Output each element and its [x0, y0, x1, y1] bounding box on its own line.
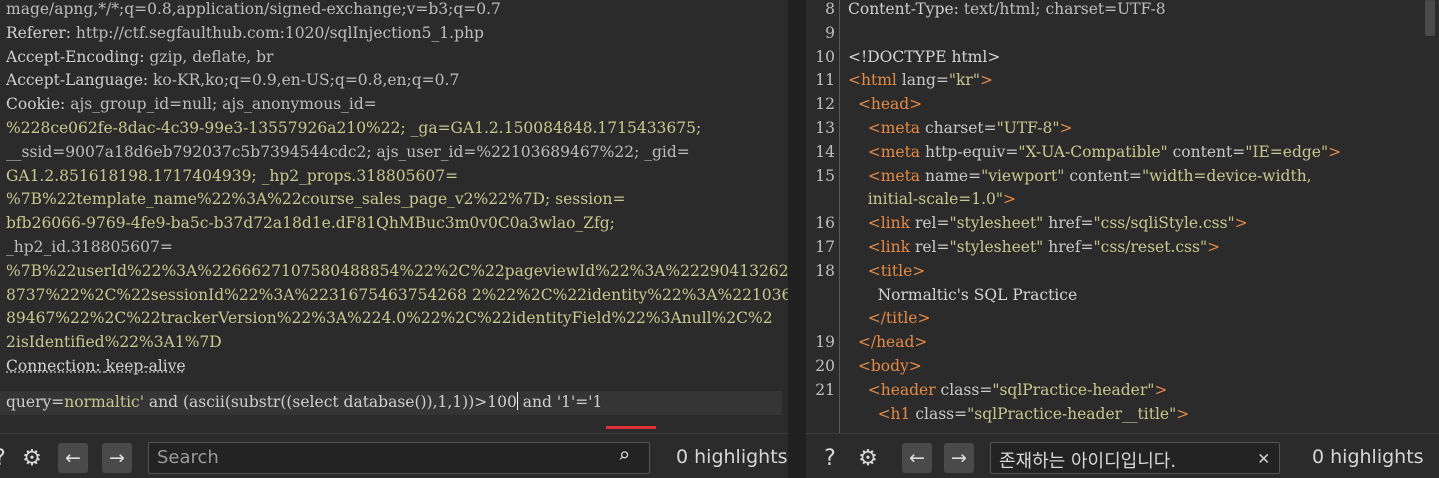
encoding-value: gzip, deflate, br — [149, 47, 274, 66]
cookie-line-9: 8737%22%2C%22sessionId%22%3A%22316754637… — [6, 285, 788, 304]
content-type-value: text/html; charset=UTF-8 — [963, 0, 1166, 18]
connection-header: Connection: keep-alive — [6, 356, 186, 375]
cookie-key: Cookie — [6, 95, 61, 114]
query-key: query — [6, 392, 52, 411]
scrollbar-thumb[interactable] — [1425, 0, 1435, 36]
line-number-gutter: 8 9 10 11 12 13 14 15 16 17 18 19 20 21 — [806, 0, 840, 433]
cookie-line-11: 2isIdentified%22%3A1%7D — [6, 333, 222, 352]
gear-icon[interactable]: ⚙ — [854, 444, 882, 472]
request-text[interactable]: mage/apng,*/*;q=0.8,application/signed-e… — [0, 0, 788, 415]
query-payload: and (ascii(substr((select database()),1,… — [144, 392, 517, 411]
payload-underline — [606, 426, 656, 429]
request-editor[interactable]: mage/apng,*/*;q=0.8,application/signed-e… — [0, 0, 788, 433]
search-icon: ⌕ — [618, 443, 631, 467]
language-value: ko-KR,ko;q=0.9,en-US;q=0.8,en;q=0.7 — [153, 71, 460, 90]
page-title-text: Normaltic's SQL Practice — [877, 285, 1078, 304]
gear-icon[interactable]: ⚙ — [18, 444, 46, 472]
right-search-toolbar: ? ⚙ ← → 존재하는 아이디입니다. ✕ 0 highlights — [806, 433, 1439, 478]
cookie-line-2: %228ce062fe-8dac-4c39-99e3-13557926a210%… — [6, 118, 702, 137]
doctype: <!DOCTYPE html> — [848, 47, 1001, 66]
highlight-count: 0 highlights — [676, 446, 788, 468]
query-tail: and '1'='1 — [517, 392, 603, 411]
response-text[interactable]: Content-Type: text/html; charset=UTF-8 <… — [848, 0, 1341, 426]
cookie-line-8: %7B%22userId%22%3A%2266627107580488854%2… — [6, 261, 788, 280]
encoding-key: Accept-Encoding — [6, 47, 140, 66]
previous-match-button[interactable]: ← — [902, 443, 932, 473]
cookie-line-4: GA1.2.851618198.1717404939; _hp2_props.3… — [6, 166, 459, 185]
search-input[interactable]: 존재하는 아이디입니다. — [990, 442, 1280, 474]
cookie-line-10: 89467%22%2C%22trackerVersion%22%3A%224.0… — [6, 309, 773, 328]
clear-search-icon[interactable]: ✕ — [1258, 447, 1269, 469]
cookie-line-5: %7B%22template_name%22%3A%22course_sales… — [6, 190, 626, 209]
cookie-line-1: ajs_group_id=null; ajs_anonymous_id= — [70, 95, 377, 114]
referer-key: Referer — [6, 23, 66, 42]
next-match-button[interactable]: → — [944, 443, 974, 473]
pane-divider[interactable] — [788, 0, 806, 478]
query-line[interactable]: query=normaltic' and (ascii(substr((sele… — [0, 390, 782, 415]
help-icon[interactable]: ? — [816, 444, 844, 472]
response-viewer[interactable]: 8 9 10 11 12 13 14 15 16 17 18 19 20 21 … — [806, 0, 1439, 433]
search-input[interactable]: Search — [148, 442, 650, 474]
language-key: Accept-Language — [6, 71, 143, 90]
content-type-key: Content-Type — [848, 0, 954, 18]
next-match-button[interactable]: → — [102, 443, 132, 473]
accept-line: mage/apng,*/*;q=0.8,application/signed-e… — [6, 0, 501, 18]
help-icon[interactable]: ? — [0, 444, 14, 472]
left-search-toolbar: ? ⚙ ← → Search ⌕ 0 highlights — [0, 433, 788, 478]
cookie-line-6: bfb26066-9769-4fe9-ba5c-b37d72a18d1e.dF8… — [6, 214, 615, 233]
referer-value: http://ctf.segfaulthub.com:1020/sqlInjec… — [75, 23, 484, 42]
query-value: normaltic' — [64, 392, 144, 411]
previous-match-button[interactable]: ← — [58, 443, 88, 473]
cookie-line-3: __ssid=9007a18d6eb792037c5b7394544cdc2; … — [6, 142, 690, 161]
cookie-line-7: _hp2_id.318805607= — [6, 237, 173, 256]
highlight-count: 0 highlights — [1312, 446, 1424, 468]
